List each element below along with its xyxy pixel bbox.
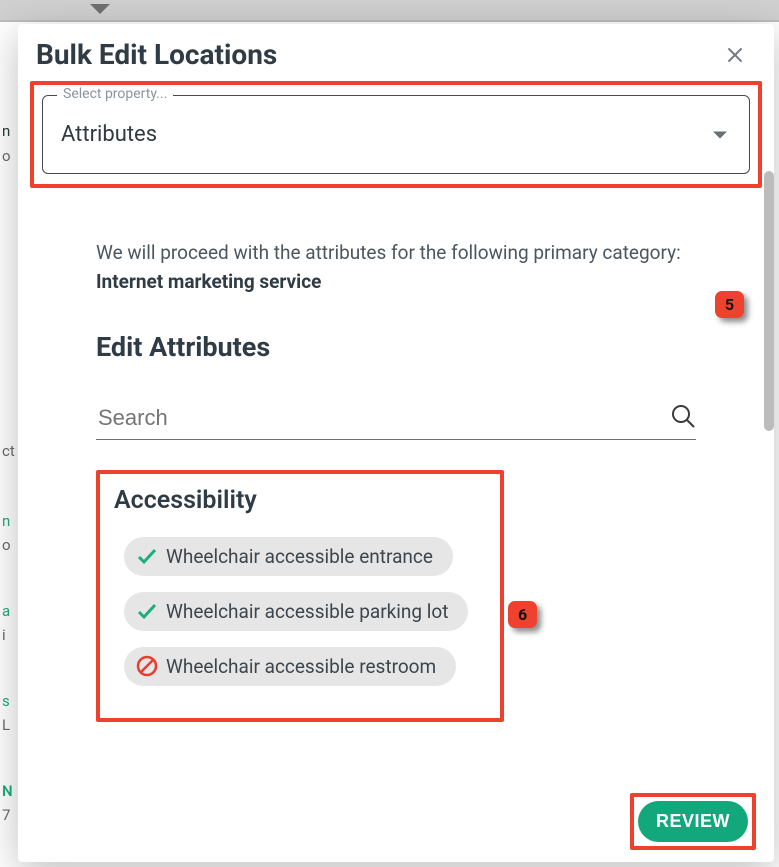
bg-text-fragment: a (2, 602, 10, 620)
modal-title: Bulk Edit Locations (36, 38, 277, 71)
search-field[interactable] (96, 403, 696, 440)
bg-text-fragment: ct (2, 442, 15, 460)
attribute-chip[interactable]: Wheelchair accessible restroom (124, 647, 456, 686)
annotation-badge-6: 6 (508, 601, 537, 628)
bg-text-fragment: i (2, 626, 6, 644)
check-icon (136, 600, 158, 622)
property-select[interactable]: Select property... Attributes (42, 95, 750, 174)
bg-text-fragment: s (2, 692, 10, 710)
bg-text-fragment: o (2, 536, 11, 554)
chevron-down-icon (713, 131, 727, 138)
section-title: Edit Attributes (96, 331, 696, 363)
bulk-edit-modal: Bulk Edit Locations Select property... A… (18, 24, 774, 862)
chip-label: Wheelchair accessible entrance (166, 545, 433, 568)
intro-prefix: We will proceed with the attributes for … (96, 241, 681, 264)
bg-text-fragment: n (2, 512, 10, 530)
search-input[interactable] (96, 404, 670, 432)
prohibit-icon (136, 655, 158, 677)
annotation-badge-5: 5 (715, 291, 744, 318)
attribute-chip[interactable]: Wheelchair accessible parking lot (124, 592, 468, 631)
review-button[interactable]: REVIEW (638, 801, 748, 842)
background-left-column: n o ct n o a i s L N 7 (0, 22, 18, 867)
bg-text-fragment: n (2, 122, 10, 140)
chip-label: Wheelchair accessible restroom (166, 655, 436, 678)
background-toolbar (0, 0, 779, 22)
bg-text-fragment: 7 (2, 806, 10, 824)
close-button[interactable] (720, 40, 750, 70)
property-select-label: Select property... (57, 86, 173, 102)
close-icon (726, 44, 744, 66)
highlight-box-7: REVIEW (630, 793, 756, 850)
search-icon (670, 403, 696, 433)
bg-text-fragment: o (2, 147, 11, 165)
check-icon (136, 545, 158, 567)
attribute-chip[interactable]: Wheelchair accessible entrance (124, 537, 453, 576)
highlight-box-5: Select property... Attributes (30, 81, 762, 188)
chip-label: Wheelchair accessible parking lot (166, 600, 448, 623)
modal-content: We will proceed with the attributes for … (30, 188, 762, 722)
scrollbar-thumb[interactable] (764, 171, 774, 431)
group-title: Accessibility (114, 486, 486, 515)
intro-category: Internet marketing service (96, 270, 321, 293)
modal-footer: REVIEW (624, 787, 762, 856)
highlight-box-6: Accessibility Wheelchair accessible entr… (96, 470, 504, 722)
bg-text-fragment: L (2, 716, 10, 734)
modal-header: Bulk Edit Locations (18, 24, 774, 81)
bg-text-fragment: N (2, 782, 13, 800)
intro-text: We will proceed with the attributes for … (96, 238, 696, 297)
property-select-value: Attributes (61, 122, 731, 147)
dropdown-caret-icon (90, 4, 110, 14)
attributes-block: Accessibility Wheelchair accessible entr… (96, 470, 696, 722)
modal-body: Select property... Attributes 5 We will … (18, 81, 774, 862)
